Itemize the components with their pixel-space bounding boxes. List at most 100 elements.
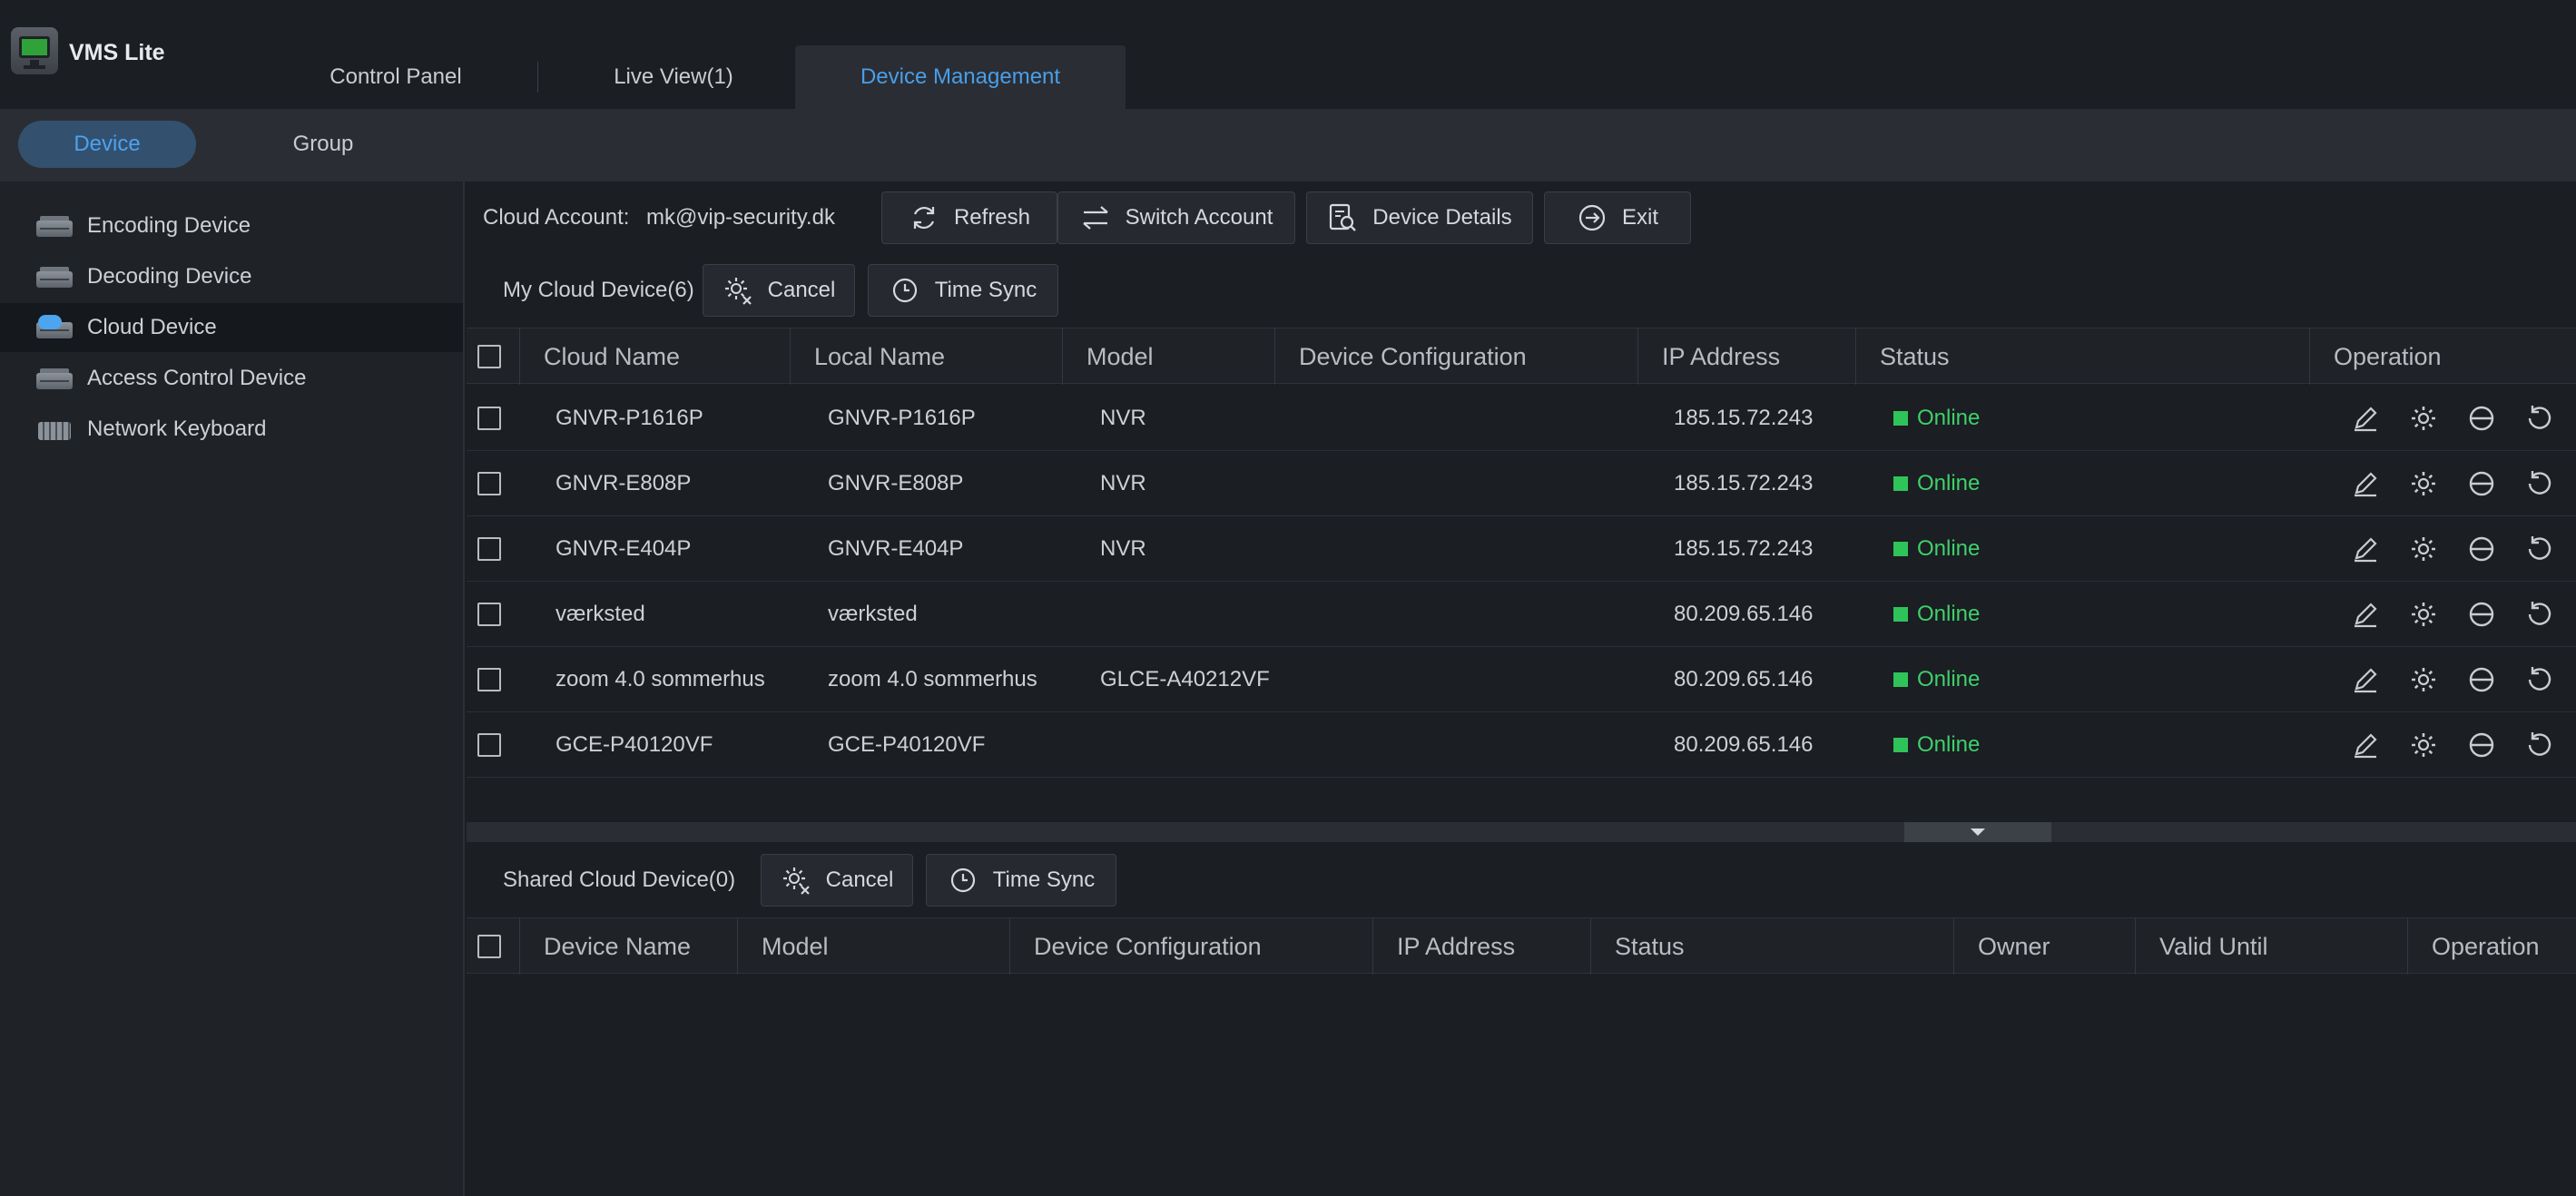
chevron-down-icon — [1971, 828, 1985, 836]
column-header-valid-until[interactable]: Valid Until — [2135, 918, 2407, 975]
cell-local-name: GNVR-E808P — [828, 471, 964, 495]
exit-icon — [1578, 204, 1606, 231]
cell-cloud-name: GCE-P40120VF — [556, 732, 713, 757]
web-config-icon[interactable] — [2465, 729, 2498, 761]
cell-status: Online — [1893, 386, 1980, 451]
edit-icon[interactable] — [2349, 402, 2382, 435]
edit-icon[interactable] — [2349, 663, 2382, 696]
reboot-icon[interactable] — [2523, 533, 2556, 565]
cancel-gear-icon — [782, 868, 810, 895]
reboot-icon[interactable] — [2523, 402, 2556, 435]
cell-local-name: værksted — [828, 602, 918, 626]
subtab-group[interactable]: Group — [232, 121, 414, 168]
shared-time-sync-button[interactable]: Time Sync — [926, 854, 1116, 907]
edit-icon[interactable] — [2349, 467, 2382, 500]
cancel-button[interactable]: Cancel — [703, 264, 855, 317]
switch-arrows-icon — [1082, 206, 1108, 230]
column-header-status[interactable]: Status — [1590, 918, 1953, 975]
row-checkbox[interactable] — [477, 537, 501, 561]
table-row[interactable]: GNVR-E808P GNVR-E808P NVR 185.15.72.243 Onli… — [467, 451, 2576, 516]
gear-icon[interactable] — [2407, 402, 2440, 435]
switch-account-button[interactable]: Switch Account — [1057, 191, 1295, 244]
edit-icon[interactable] — [2349, 729, 2382, 761]
column-header-model[interactable]: Model — [737, 918, 1009, 975]
tab-control-panel[interactable]: Control Panel — [263, 45, 528, 109]
status-online-indicator — [1893, 607, 1908, 622]
web-config-icon[interactable] — [2465, 663, 2498, 696]
reboot-icon[interactable] — [2523, 598, 2556, 631]
refresh-button[interactable]: Refresh — [881, 191, 1057, 244]
cell-model: NVR — [1100, 536, 1146, 561]
row-checkbox[interactable] — [477, 407, 501, 430]
reboot-icon[interactable] — [2523, 467, 2556, 500]
gear-icon[interactable] — [2407, 663, 2440, 696]
row-checkbox[interactable] — [477, 603, 501, 626]
sidebar-item-label: Network Keyboard — [87, 417, 267, 441]
column-header-device-name[interactable]: Device Name — [519, 918, 737, 975]
sidebar-item-label: Cloud Device — [87, 315, 217, 339]
column-header-cloud-name[interactable]: Cloud Name — [519, 328, 790, 385]
edit-icon[interactable] — [2349, 598, 2382, 631]
panel-splitter[interactable] — [467, 822, 2576, 842]
gear-icon[interactable] — [2407, 729, 2440, 761]
sidebar-item-network-keyboard[interactable]: Network Keyboard — [0, 405, 463, 454]
select-all-checkbox[interactable] — [477, 345, 501, 368]
status-text: Online — [1917, 536, 1981, 561]
column-header-owner[interactable]: Owner — [1953, 918, 2135, 975]
gear-icon[interactable] — [2407, 467, 2440, 500]
cancel-label: Cancel — [825, 868, 894, 892]
sidebar-item-decoding-device[interactable]: Decoding Device — [0, 252, 463, 301]
shared-cancel-button[interactable]: Cancel — [761, 854, 913, 907]
tab-device-management[interactable]: Device Management — [795, 45, 1126, 109]
exit-button[interactable]: Exit — [1544, 191, 1691, 244]
web-config-icon[interactable] — [2465, 533, 2498, 565]
time-sync-button[interactable]: Time Sync — [868, 264, 1058, 317]
app-title: VMS Lite — [69, 40, 165, 65]
row-checkbox[interactable] — [477, 733, 501, 757]
cell-status: Online — [1893, 582, 1980, 647]
table-row[interactable]: zoom 4.0 sommerhus zoom 4.0 sommerhus GLCE… — [467, 647, 2576, 712]
reboot-icon[interactable] — [2523, 663, 2556, 696]
cloud-device-icon — [36, 315, 73, 340]
table-row[interactable]: GNVR-E404P GNVR-E404P NVR 185.15.72.243 Onli… — [467, 516, 2576, 582]
tab-live-view[interactable]: Live View(1) — [541, 45, 806, 109]
my-cloud-table-header: Cloud Name Local Name Model Device Confi… — [467, 328, 2576, 385]
table-row[interactable]: GNVR-P1616P GNVR-P1616P NVR 185.15.72.243 On… — [467, 386, 2576, 451]
network-keyboard-icon — [36, 417, 73, 442]
web-config-icon[interactable] — [2465, 598, 2498, 631]
clock-icon — [950, 868, 975, 893]
column-header-device-configuration[interactable]: Device Configuration — [1274, 328, 1637, 385]
sidebar-item-cloud-device[interactable]: Cloud Device — [0, 303, 463, 352]
cell-ip-address: 185.15.72.243 — [1674, 536, 1814, 561]
column-header-status[interactable]: Status — [1855, 328, 2309, 385]
gear-icon[interactable] — [2407, 533, 2440, 565]
web-config-icon[interactable] — [2465, 467, 2498, 500]
sidebar-item-access-control-device[interactable]: Access Control Device — [0, 354, 463, 403]
gear-icon[interactable] — [2407, 598, 2440, 631]
cell-model: NVR — [1100, 406, 1146, 430]
exit-label: Exit — [1621, 205, 1658, 230]
row-checkbox[interactable] — [477, 472, 501, 495]
row-checkbox[interactable] — [477, 668, 501, 691]
cell-local-name: zoom 4.0 sommerhus — [828, 667, 1037, 691]
table-row[interactable]: værksted værksted 80.209.65.146 Online — [467, 582, 2576, 647]
edit-icon[interactable] — [2349, 533, 2382, 565]
cell-model: GLCE-A40212VF — [1100, 667, 1270, 691]
reboot-icon[interactable] — [2523, 729, 2556, 761]
column-header-ip-address[interactable]: IP Address — [1637, 328, 1855, 385]
time-sync-label: Time Sync — [992, 868, 1096, 892]
table-row[interactable]: GCE-P40120VF GCE-P40120VF 80.209.65.146 Onl… — [467, 712, 2576, 778]
details-search-icon — [1330, 203, 1357, 231]
clock-icon — [892, 278, 917, 303]
column-header-device-configuration[interactable]: Device Configuration — [1009, 918, 1372, 975]
cell-status: Online — [1893, 516, 1980, 582]
device-details-button[interactable]: Device Details — [1306, 191, 1533, 244]
shared-select-all-checkbox[interactable] — [477, 935, 501, 958]
web-config-icon[interactable] — [2465, 402, 2498, 435]
column-header-model[interactable]: Model — [1062, 328, 1274, 385]
sidebar-item-encoding-device[interactable]: Encoding Device — [0, 201, 463, 250]
splitter-handle[interactable] — [1904, 822, 2051, 842]
column-header-local-name[interactable]: Local Name — [790, 328, 1062, 385]
subtab-device[interactable]: Device — [18, 121, 196, 168]
column-header-ip-address[interactable]: IP Address — [1372, 918, 1590, 975]
